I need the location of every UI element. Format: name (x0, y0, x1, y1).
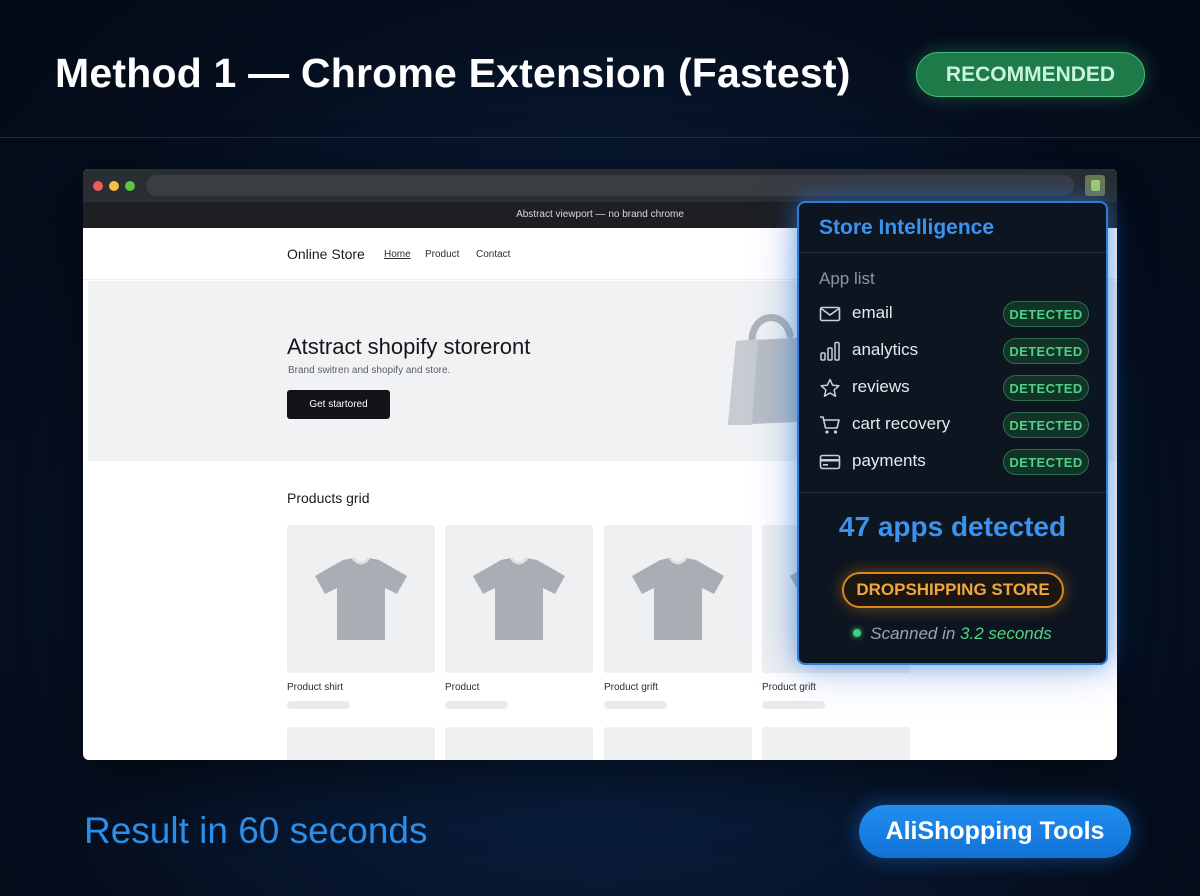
hero-title: Atstract shopify storeront (287, 334, 531, 359)
product-card-placeholder (445, 727, 593, 760)
app-name: payments (852, 451, 926, 470)
nav-contact-link[interactable]: Contact (476, 249, 510, 260)
nav-product-link[interactable]: Product (425, 249, 459, 260)
price-placeholder (287, 701, 350, 709)
scan-time: 3.2 seconds (960, 624, 1052, 643)
header-divider (0, 137, 1200, 138)
store-name[interactable]: Online Store (287, 246, 365, 262)
maximize-window-button[interactable] (125, 181, 135, 191)
product-label[interactable]: Product grift (762, 682, 910, 696)
price-placeholder (445, 701, 508, 709)
panel-divider (799, 492, 1106, 493)
star-icon (820, 378, 840, 397)
product-image[interactable] (604, 525, 752, 673)
app-name: email (852, 303, 893, 322)
detected-badge: DETECTED (1003, 375, 1089, 401)
product-card-placeholder (287, 727, 435, 760)
product-card[interactable]: Product grift (604, 525, 752, 709)
store-intelligence-panel: Store Intelligence App list email DETECT… (797, 201, 1108, 665)
apps-detected-count: 47 apps detected (838, 511, 1067, 542)
detected-badge: DETECTED (1003, 338, 1089, 364)
status-dot-icon (853, 629, 862, 637)
detected-badge: DETECTED (1003, 412, 1089, 438)
app-name: reviews (852, 377, 910, 396)
app-name: analytics (852, 340, 919, 359)
app-row-reviews[interactable]: reviews DETECTED (819, 375, 1089, 401)
mail-icon (819, 306, 841, 322)
app-row-cart-recovery[interactable]: cart recovery DETECTED (819, 412, 1089, 438)
product-image[interactable] (445, 525, 593, 673)
product-card[interactable]: Product shirt (287, 525, 435, 709)
product-card[interactable]: Product (445, 525, 593, 709)
products-grid-title: Products grid (287, 490, 370, 506)
app-list-label: App list (819, 269, 875, 288)
scan-status: Scanned in 3.2 seconds (799, 624, 1106, 644)
nav-home-link[interactable]: Home (384, 249, 411, 260)
app-row-email[interactable]: email DETECTED (819, 301, 1089, 327)
product-image[interactable] (287, 525, 435, 673)
panel-divider (799, 252, 1106, 253)
minimize-window-button[interactable] (109, 181, 119, 191)
detected-badge: DETECTED (1003, 449, 1089, 475)
cart-icon (820, 416, 840, 434)
tshirt-icon (632, 557, 724, 640)
product-label[interactable]: Product shirt (287, 682, 435, 696)
brand-button[interactable]: AliShopping Tools (859, 805, 1131, 858)
hero-subtitle: Brand swit­ren and shopify and store. (288, 365, 451, 376)
tshirt-icon (473, 557, 565, 640)
address-bar[interactable] (146, 175, 1074, 196)
tshirt-icon (315, 557, 407, 640)
panel-title: Store Intelligence (819, 216, 995, 239)
app-row-payments[interactable]: payments DETECTED (819, 449, 1089, 475)
browser-toolbar (83, 169, 1117, 202)
product-label[interactable]: Product (445, 682, 593, 696)
recommended-badge: RECOMMENDED (916, 52, 1145, 97)
scan-prefix: Scanned in (870, 624, 961, 643)
price-placeholder (762, 701, 825, 709)
app-row-analytics[interactable]: analytics DETECTED (819, 338, 1089, 364)
detected-badge: DETECTED (1003, 301, 1089, 327)
product-card-placeholder (762, 727, 910, 760)
close-window-button[interactable] (93, 181, 103, 191)
product-card-placeholder (604, 727, 752, 760)
result-tagline: Result in 60 seconds (84, 810, 428, 851)
product-label[interactable]: Product grift (604, 682, 752, 696)
page-title: Method 1 — Chrome Extension (Fastest) (55, 50, 851, 96)
credit-card-icon (819, 454, 841, 470)
shopify-bag-icon[interactable] (1085, 175, 1105, 196)
app-name: cart recovery (852, 414, 951, 433)
price-placeholder (604, 701, 667, 709)
store-type-badge: DROPSHIPPING STORE (842, 572, 1064, 608)
bar-chart-icon (820, 341, 840, 361)
get-started-button[interactable]: Get startored (287, 390, 390, 419)
